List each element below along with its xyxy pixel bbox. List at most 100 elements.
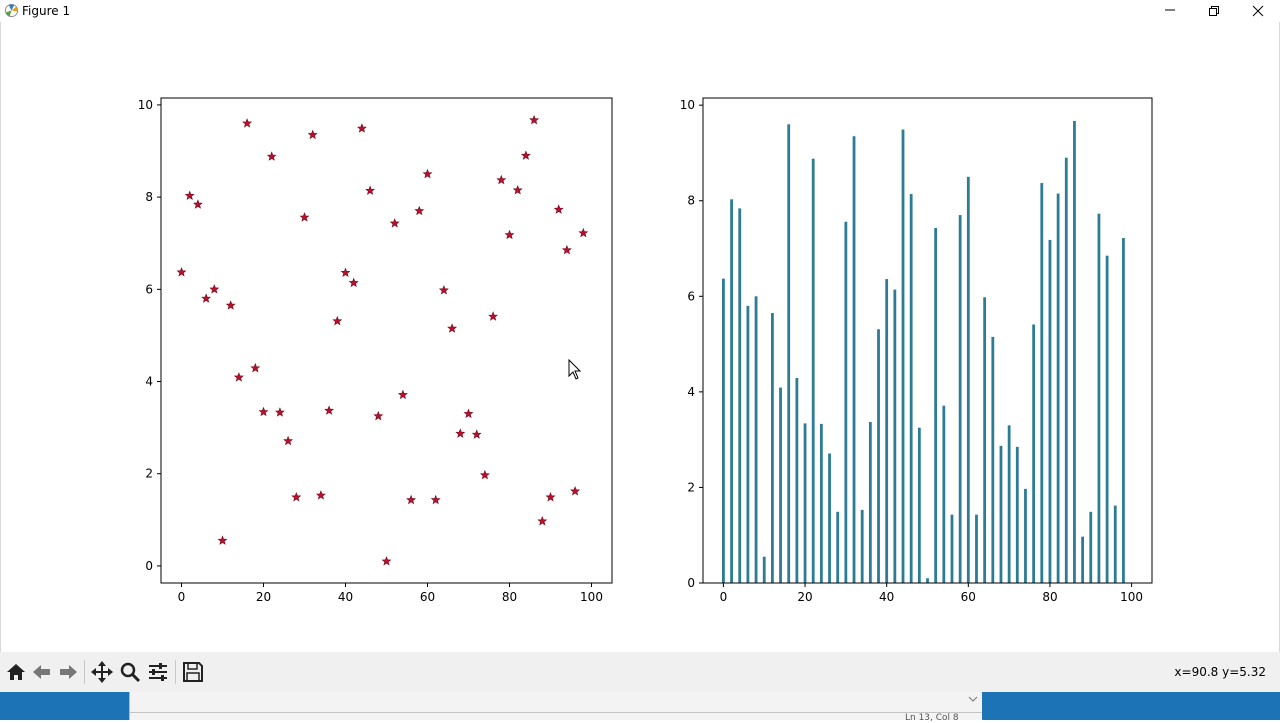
scatter-point: [356, 123, 367, 133]
restore-icon: [1209, 6, 1219, 16]
bar-bar: [722, 278, 725, 583]
scatter-axes-frame: [160, 97, 613, 584]
bar-bar: [738, 208, 742, 583]
home-icon: [7, 664, 25, 680]
scatter-point: [373, 410, 384, 421]
bar-y-tick-label: 8: [687, 194, 695, 208]
bar-y-tick-label: 6: [687, 289, 695, 303]
scatter-point: [233, 372, 244, 382]
scatter-y-tick-label: 2: [145, 467, 153, 481]
bar-bar: [1122, 238, 1125, 583]
bar-bar: [885, 279, 889, 583]
bar-bar: [917, 427, 921, 583]
scatter-point: [209, 284, 220, 294]
scatter-point: [315, 490, 326, 500]
bar-bar: [901, 129, 905, 583]
scatter-point: [283, 435, 294, 446]
scatter-point: [520, 150, 531, 160]
scatter-point: [250, 362, 261, 373]
panel-divider: [130, 712, 982, 713]
save-floppy-icon: [183, 662, 203, 682]
bar-bar: [1048, 239, 1052, 584]
pan-move-icon: [91, 661, 113, 683]
scatter-point: [365, 185, 376, 195]
bar-bar: [877, 329, 880, 583]
bar-bar: [803, 423, 807, 583]
window-titlebar: Figure 1: [0, 0, 1280, 22]
bar-bar: [860, 509, 864, 583]
home-button[interactable]: [4, 660, 28, 684]
scatter-point: [545, 492, 556, 502]
scatter-y-tick-label: 4: [145, 375, 153, 389]
bar-bar: [852, 136, 856, 583]
bar-bar: [770, 313, 774, 583]
scatter-point: [258, 406, 269, 417]
scatter-point: [299, 212, 310, 222]
scatter-x-tick-label: 100: [580, 590, 603, 604]
bar-bar: [836, 511, 840, 583]
bar-bar: [1007, 425, 1011, 583]
scatter-point: [438, 285, 449, 295]
scatter-point: [242, 118, 253, 128]
zoom-button[interactable]: [118, 660, 142, 684]
scatter-point: [455, 428, 466, 438]
zoom-magnifier-icon: [120, 662, 141, 683]
cursor-coordinates-readout: x=90.8 y=5.32: [1174, 665, 1266, 679]
scatter-y-tick-label: 8: [145, 190, 153, 204]
scatter-point: [274, 407, 285, 417]
scatter-point: [332, 315, 343, 326]
restore-button[interactable]: [1192, 0, 1236, 22]
back-button[interactable]: [30, 660, 54, 684]
bar-x-tick-label: 20: [797, 590, 812, 604]
scatter-point: [307, 129, 318, 140]
bar-bar: [1015, 446, 1019, 583]
bar-bar: [983, 297, 987, 583]
bar-bar: [966, 176, 970, 583]
scatter-y-tick-label: 10: [138, 98, 153, 112]
bar-bar: [942, 405, 946, 583]
figure-canvas[interactable]: 0 20 40 60 80 100 0 2 4 6 8 10 0 20 40 60 80 100 0 2 4 6 8 10: [0, 22, 1280, 652]
bar-bar: [762, 556, 766, 583]
scatter-x-tick-label: 0: [178, 590, 186, 604]
scatter-x-tick-label: 40: [338, 590, 353, 604]
chevron-down-icon: [968, 696, 978, 702]
bar-bar: [1081, 536, 1085, 583]
scatter-point: [397, 389, 408, 400]
bar-bar: [1064, 157, 1068, 584]
scatter-y-tick-label: 6: [145, 282, 153, 296]
toolbar-separator: [175, 660, 176, 684]
bar-bar: [787, 124, 791, 583]
bar-bar: [975, 514, 978, 583]
scatter-point: [463, 408, 474, 419]
configure-subplots-icon: [149, 663, 167, 681]
close-button[interactable]: [1236, 0, 1280, 22]
pan-button[interactable]: [90, 660, 114, 684]
scatter-point: [553, 204, 564, 214]
scatter-point: [570, 486, 581, 496]
bar-bar: [950, 514, 954, 583]
configure-subplots-button[interactable]: [146, 660, 170, 684]
forward-arrow-icon: [60, 665, 77, 679]
bar-bar: [1089, 511, 1093, 583]
bar-x-tick-label: 40: [879, 590, 894, 604]
bar-bar: [828, 453, 831, 583]
editor-status-text: Ln 13, Col 8: [905, 713, 959, 723]
forward-button[interactable]: [56, 660, 80, 684]
bar-bar: [1097, 213, 1101, 583]
figure-svg: 0 20 40 60 80 10002468100 20 40 60 80 1000246810: [138, 97, 1153, 604]
scatter-point: [422, 168, 433, 179]
save-button[interactable]: [181, 660, 205, 684]
close-icon: [1252, 5, 1264, 17]
scatter-y-tick-label: 0: [145, 559, 153, 573]
bar-bar: [1073, 120, 1076, 583]
scatter-point: [381, 556, 392, 566]
bar-x-tick-label: 0: [720, 590, 728, 604]
scatter-point: [537, 515, 548, 526]
bar-bar: [1113, 505, 1117, 583]
scatter-point: [414, 205, 425, 216]
scatter-point: [217, 535, 228, 545]
minimize-button[interactable]: [1148, 0, 1192, 22]
background-editor-panel: Ln 13, Col 8: [129, 692, 982, 723]
bar-x-tick-label: 80: [1042, 590, 1057, 604]
scatter-point: [389, 218, 400, 228]
